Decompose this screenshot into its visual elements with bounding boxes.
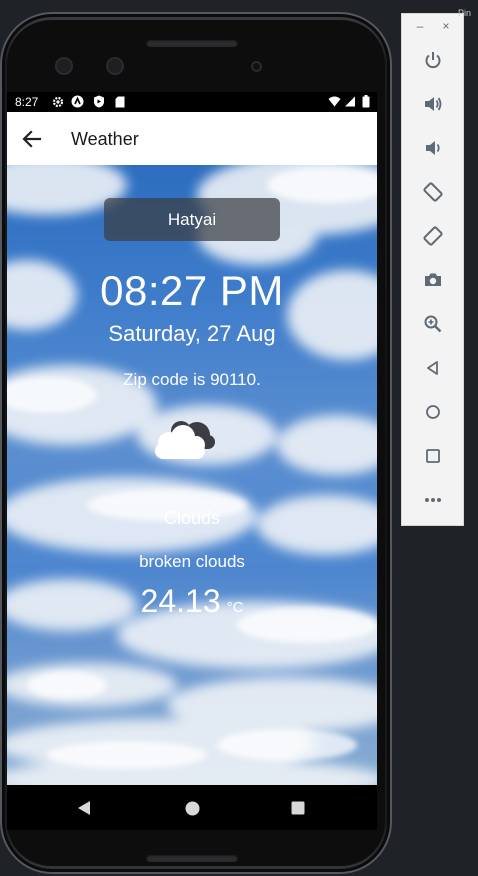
proximity-sensor: [251, 61, 262, 72]
settings-icon: [51, 95, 64, 108]
broken-clouds-icon: [155, 421, 215, 459]
pin-label[interactable]: Pin: [458, 8, 471, 18]
more-icon[interactable]: [421, 488, 445, 512]
city-button[interactable]: Hatyai: [104, 198, 280, 241]
phone-frame: 8:27 Weather Hatyai 08:27 PM Saturday, 2…: [0, 12, 392, 874]
top-speaker: [146, 39, 238, 47]
bottom-speaker: [146, 854, 238, 862]
power-icon[interactable]: [421, 48, 445, 72]
weather-description: broken clouds: [139, 552, 245, 571]
battery-icon: [359, 95, 372, 108]
volume-down-icon[interactable]: [421, 136, 445, 160]
temperature-unit: °C: [226, 599, 244, 616]
temperature-value: 24.13: [140, 583, 221, 619]
navigation-bar: [7, 785, 377, 830]
nav-overview-icon[interactable]: [288, 798, 308, 818]
wifi-icon: [328, 95, 341, 108]
current-date: Saturday, 27 Aug: [108, 321, 276, 346]
app-title: Weather: [71, 129, 139, 149]
nav-back-icon[interactable]: [74, 798, 94, 818]
zip-code-text: Zip code is 90110.: [123, 370, 261, 389]
front-camera-2: [106, 57, 124, 75]
rotate-right-icon[interactable]: [421, 224, 445, 248]
back-arrow-icon[interactable]: [21, 128, 43, 150]
status-bar: 8:27: [7, 92, 377, 112]
overview-icon[interactable]: [421, 444, 445, 468]
weather-main: Clouds: [163, 508, 221, 528]
emulator-control-panel: – ×: [401, 13, 464, 526]
phone-screen: 8:27 Weather Hatyai 08:27 PM Saturday, 2…: [7, 92, 377, 830]
signal-icon: [343, 95, 356, 108]
home-icon[interactable]: [421, 400, 445, 424]
emulator-window: 8:27 Weather Hatyai 08:27 PM Saturday, 2…: [0, 0, 478, 876]
notification-a-icon: [71, 95, 84, 108]
weather-content: Hatyai 08:27 PM Saturday, 27 Aug Zip cod…: [7, 165, 377, 785]
zoom-icon[interactable]: [421, 312, 445, 336]
front-camera-1: [55, 57, 73, 75]
temperature-row: 24.13 °C: [7, 583, 377, 620]
minimize-button[interactable]: –: [413, 19, 427, 33]
sd-card-icon: [113, 95, 126, 108]
close-button[interactable]: ×: [439, 19, 453, 33]
status-time: 8:27: [15, 95, 39, 109]
back-icon[interactable]: [421, 356, 445, 380]
nav-home-icon[interactable]: [182, 798, 202, 818]
play-protect-icon: [92, 95, 105, 108]
rotate-left-icon[interactable]: [421, 180, 445, 204]
sky-background: [7, 165, 377, 785]
camera-icon[interactable]: [421, 268, 445, 292]
app-bar: Weather: [7, 112, 377, 165]
current-time: 08:27 PM: [100, 267, 284, 314]
volume-up-icon[interactable]: [421, 92, 445, 116]
